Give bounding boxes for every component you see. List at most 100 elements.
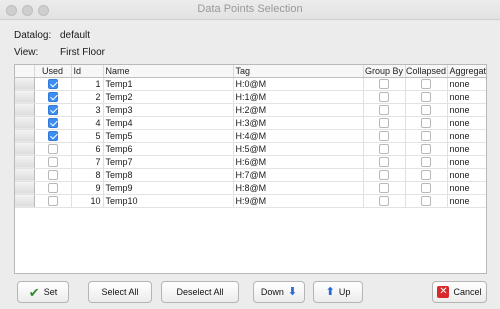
table-row[interactable]: 5 Temp5 H:4@M none [15, 129, 486, 143]
tag-cell[interactable]: H:2@M [233, 103, 364, 117]
collapsed-cell[interactable] [405, 129, 448, 143]
name-cell[interactable]: Temp6 [103, 142, 234, 156]
collapsed-checkbox[interactable] [421, 182, 431, 193]
up-button[interactable]: ⬆ Up [313, 281, 363, 303]
used-cell[interactable] [34, 129, 72, 143]
column-header-tag[interactable]: Tag [233, 65, 364, 78]
name-cell[interactable]: Temp1 [103, 77, 234, 91]
column-header-collapsed[interactable]: Collapsed [405, 65, 448, 78]
aggregate-cell[interactable]: none [447, 168, 486, 182]
row-handle[interactable] [15, 129, 35, 143]
table-row[interactable]: 8 Temp8 H:7@M none [15, 168, 486, 182]
used-checkbox[interactable] [47, 130, 58, 141]
tag-cell[interactable]: H:3@M [233, 116, 364, 130]
select-all-button[interactable]: Select All [88, 281, 152, 303]
used-checkbox[interactable] [47, 78, 58, 89]
group-by-checkbox[interactable] [379, 143, 389, 154]
group-by-checkbox[interactable] [379, 130, 389, 141]
row-handle[interactable] [15, 103, 35, 117]
name-cell[interactable]: Temp7 [103, 155, 234, 169]
collapsed-checkbox[interactable] [421, 143, 431, 154]
group-by-cell[interactable] [363, 142, 406, 156]
name-cell[interactable]: Temp2 [103, 90, 234, 104]
used-checkbox[interactable] [47, 182, 58, 193]
column-header-id[interactable]: Id [71, 65, 104, 78]
aggregate-cell[interactable]: none [447, 129, 486, 143]
group-by-cell[interactable] [363, 77, 406, 91]
aggregate-cell[interactable]: none [447, 116, 486, 130]
table-row[interactable]: 3 Temp3 H:2@M none [15, 103, 486, 117]
name-cell[interactable]: Temp8 [103, 168, 234, 182]
tag-cell[interactable]: H:1@M [233, 90, 364, 104]
used-cell[interactable] [34, 142, 72, 156]
used-cell[interactable] [34, 168, 72, 182]
used-cell[interactable] [34, 181, 72, 195]
used-checkbox[interactable] [47, 156, 58, 167]
column-header-aggregate[interactable]: Aggregate [447, 65, 486, 78]
used-checkbox[interactable] [47, 91, 58, 102]
column-header-used[interactable]: Used [34, 65, 72, 78]
group-by-checkbox[interactable] [379, 169, 389, 180]
collapsed-checkbox[interactable] [421, 156, 431, 167]
cancel-button[interactable]: ✕ Cancel [432, 281, 487, 303]
used-cell[interactable] [34, 155, 72, 169]
set-button[interactable]: ✔ Set [17, 281, 69, 303]
collapsed-checkbox[interactable] [421, 91, 431, 102]
group-by-checkbox[interactable] [379, 117, 389, 128]
collapsed-cell[interactable] [405, 181, 448, 195]
collapsed-cell[interactable] [405, 155, 448, 169]
collapsed-checkbox[interactable] [421, 195, 431, 206]
group-by-checkbox[interactable] [379, 195, 389, 206]
aggregate-cell[interactable]: none [447, 90, 486, 104]
tag-cell[interactable]: H:5@M [233, 142, 364, 156]
group-by-checkbox[interactable] [379, 104, 389, 115]
name-cell[interactable]: Temp10 [103, 194, 234, 208]
aggregate-cell[interactable]: none [447, 142, 486, 156]
name-cell[interactable]: Temp5 [103, 129, 234, 143]
tag-cell[interactable]: H:0@M [233, 77, 364, 91]
row-handle[interactable] [15, 181, 35, 195]
collapsed-cell[interactable] [405, 103, 448, 117]
group-by-checkbox[interactable] [379, 78, 389, 89]
group-by-cell[interactable] [363, 155, 406, 169]
group-by-cell[interactable] [363, 129, 406, 143]
collapsed-cell[interactable] [405, 194, 448, 208]
used-cell[interactable] [34, 77, 72, 91]
collapsed-cell[interactable] [405, 168, 448, 182]
row-handle[interactable] [15, 142, 35, 156]
table-row[interactable]: 1 Temp1 H:0@M none [15, 77, 486, 91]
table-row[interactable]: 9 Temp9 H:8@M none [15, 181, 486, 195]
used-checkbox[interactable] [47, 143, 58, 154]
row-handle[interactable] [15, 116, 35, 130]
collapsed-cell[interactable] [405, 116, 448, 130]
used-cell[interactable] [34, 90, 72, 104]
table-row[interactable]: 7 Temp7 H:6@M none [15, 155, 486, 169]
tag-cell[interactable]: H:8@M [233, 181, 364, 195]
group-by-checkbox[interactable] [379, 156, 389, 167]
table-row[interactable]: 10 Temp10 H:9@M none [15, 194, 486, 208]
column-header-name[interactable]: Name [103, 65, 234, 78]
row-handle[interactable] [15, 77, 35, 91]
group-by-cell[interactable] [363, 194, 406, 208]
group-by-checkbox[interactable] [379, 182, 389, 193]
collapsed-checkbox[interactable] [421, 117, 431, 128]
collapsed-checkbox[interactable] [421, 104, 431, 115]
tag-cell[interactable]: H:7@M [233, 168, 364, 182]
used-cell[interactable] [34, 116, 72, 130]
table-row[interactable]: 6 Temp6 H:5@M none [15, 142, 486, 156]
aggregate-cell[interactable]: none [447, 181, 486, 195]
group-by-checkbox[interactable] [379, 91, 389, 102]
collapsed-cell[interactable] [405, 90, 448, 104]
used-checkbox[interactable] [47, 169, 58, 180]
row-handle[interactable] [15, 90, 35, 104]
aggregate-cell[interactable]: none [447, 77, 486, 91]
aggregate-cell[interactable]: none [447, 103, 486, 117]
row-handle[interactable] [15, 155, 35, 169]
tag-cell[interactable]: H:9@M [233, 194, 364, 208]
used-checkbox[interactable] [47, 117, 58, 128]
group-by-cell[interactable] [363, 90, 406, 104]
column-header-group-by[interactable]: Group By [363, 65, 406, 78]
used-cell[interactable] [34, 103, 72, 117]
table-row[interactable]: 2 Temp2 H:1@M none [15, 90, 486, 104]
used-checkbox[interactable] [47, 195, 58, 206]
